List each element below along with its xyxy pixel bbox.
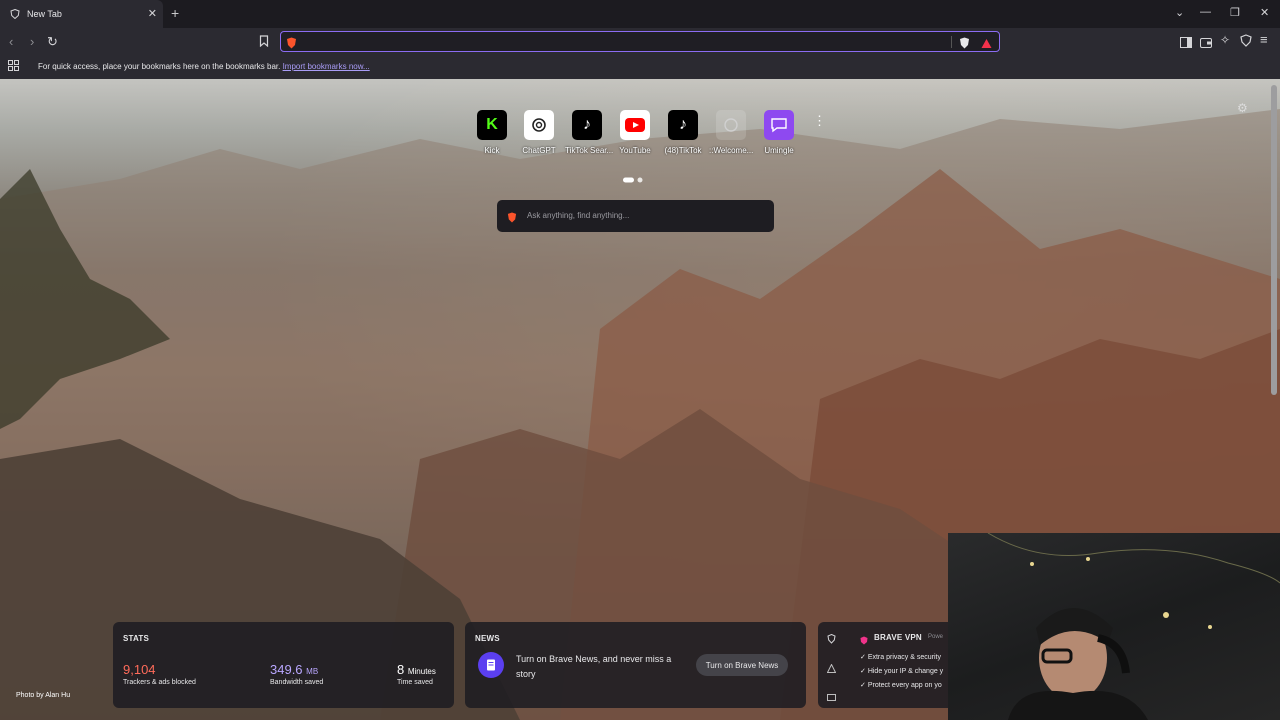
turn-on-news-button[interactable]: Turn on Brave News xyxy=(696,654,788,676)
bandwidth-unit: MB xyxy=(306,667,319,676)
vpn-card: BRAVE VPN Powe ✓ Extra privacy & securit… xyxy=(818,622,958,708)
bandwidth-saved-value: 349.6 xyxy=(270,662,303,677)
chatgpt-icon xyxy=(524,110,554,140)
news-icon xyxy=(478,652,504,678)
tab-search-chevron-icon[interactable]: ⌄ xyxy=(1175,6,1184,19)
minimize-button[interactable]: — xyxy=(1200,6,1211,18)
vpn-shield-icon[interactable] xyxy=(1240,34,1252,52)
brave-lion-icon xyxy=(507,210,517,228)
brave-rewards-icon[interactable] xyxy=(981,36,992,54)
webcam-overlay xyxy=(948,533,1280,720)
restore-button[interactable]: ❐ xyxy=(1230,6,1240,19)
search-box[interactable]: Ask anything, find anything... xyxy=(497,200,774,232)
top-site-chatgpt[interactable]: ChatGPT xyxy=(517,110,561,155)
top-site-welcome[interactable]: ::Welcome... xyxy=(709,110,753,155)
news-card: NEWS Turn on Brave News, and never miss … xyxy=(465,622,806,708)
apps-grid-icon[interactable] xyxy=(8,60,19,73)
photo-credit: Photo by Alan Hu xyxy=(16,692,71,699)
close-window-button[interactable]: ✕ xyxy=(1260,6,1269,19)
globe-icon xyxy=(716,110,746,140)
chat-bubble-icon xyxy=(764,110,794,140)
vpn-feature-item: ✓ Hide your IP & change y xyxy=(860,668,944,675)
brave-shields-icon[interactable] xyxy=(959,36,970,54)
leo-ai-icon[interactable]: ✧ xyxy=(1220,33,1230,47)
menu-icon[interactable]: ≡ xyxy=(1260,32,1268,47)
sidebar-icon[interactable] xyxy=(1180,35,1192,53)
trackers-blocked-value: 9,104 xyxy=(123,662,156,677)
address-bar[interactable] xyxy=(280,31,1000,52)
bookmark-icon[interactable] xyxy=(259,34,269,52)
tab-strip: New Tab ✕ + ⌄ — ❐ ✕ xyxy=(0,0,1280,28)
vpn-feature-item: ✓ Extra privacy & security xyxy=(860,654,941,661)
youtube-icon xyxy=(620,110,650,140)
bookmarks-message: For quick access, place your bookmarks h… xyxy=(38,62,370,71)
time-saved-label: Time saved xyxy=(397,679,433,686)
wallet-icon[interactable] xyxy=(1200,35,1212,53)
bookmarks-bar: For quick access, place your bookmarks h… xyxy=(0,55,1280,79)
top-sites-more-icon[interactable]: ⋮ xyxy=(813,113,826,129)
close-tab-icon[interactable]: ✕ xyxy=(148,7,157,20)
forward-button[interactable]: › xyxy=(30,34,34,49)
scrollbar[interactable] xyxy=(1271,85,1277,395)
top-sites-pager[interactable] xyxy=(623,170,645,188)
vpn-logo-icon xyxy=(860,632,868,650)
top-site-tiktok-search[interactable]: ♪ TikTok Sear... xyxy=(565,110,613,155)
bandwidth-saved-label: Bandwidth saved xyxy=(270,679,324,686)
time-unit: Minutes xyxy=(407,667,436,676)
search-placeholder: Ask anything, find anything... xyxy=(527,211,630,220)
new-tab-button[interactable]: + xyxy=(171,5,179,21)
tiktok-icon: ♪ xyxy=(668,110,698,140)
vpn-powered-by: Powe xyxy=(928,634,944,640)
warning-icon[interactable] xyxy=(826,660,837,678)
tab-new-tab[interactable]: New Tab ✕ xyxy=(0,0,163,28)
back-button[interactable]: ‹ xyxy=(9,34,13,49)
tiktok-icon: ♪ xyxy=(572,110,602,140)
top-site-umingle[interactable]: Umingle xyxy=(757,110,801,155)
shield-icon xyxy=(10,9,20,19)
screen-icon[interactable] xyxy=(827,689,836,707)
customize-gear-icon[interactable]: ⚙ xyxy=(1237,101,1248,115)
vpn-header: BRAVE VPN xyxy=(874,633,922,642)
news-header: NEWS xyxy=(475,634,500,643)
stats-header: STATS xyxy=(123,634,150,643)
reload-icon[interactable]: ↻ xyxy=(47,34,58,50)
top-site-kick[interactable]: K Kick xyxy=(470,110,514,155)
vpn-shield-icon[interactable] xyxy=(827,631,836,649)
news-message: Turn on Brave News, and never miss a sto… xyxy=(516,654,672,679)
import-bookmarks-link[interactable]: Import bookmarks now... xyxy=(283,62,370,71)
time-saved-value: 8 xyxy=(397,662,405,677)
vpn-feature-item: ✓ Protect every app on yo xyxy=(860,682,942,689)
tab-title: New Tab xyxy=(27,9,62,19)
top-site-tiktok[interactable]: ♪ (48)TikTok xyxy=(661,110,705,155)
kick-icon: K xyxy=(477,110,507,140)
trackers-blocked-label: Trackers & ads blocked xyxy=(123,679,196,686)
stats-card: STATS 9,104 Trackers & ads blocked 349.6… xyxy=(113,622,454,708)
brave-lion-icon xyxy=(286,36,297,54)
top-site-youtube[interactable]: YouTube xyxy=(613,110,657,155)
